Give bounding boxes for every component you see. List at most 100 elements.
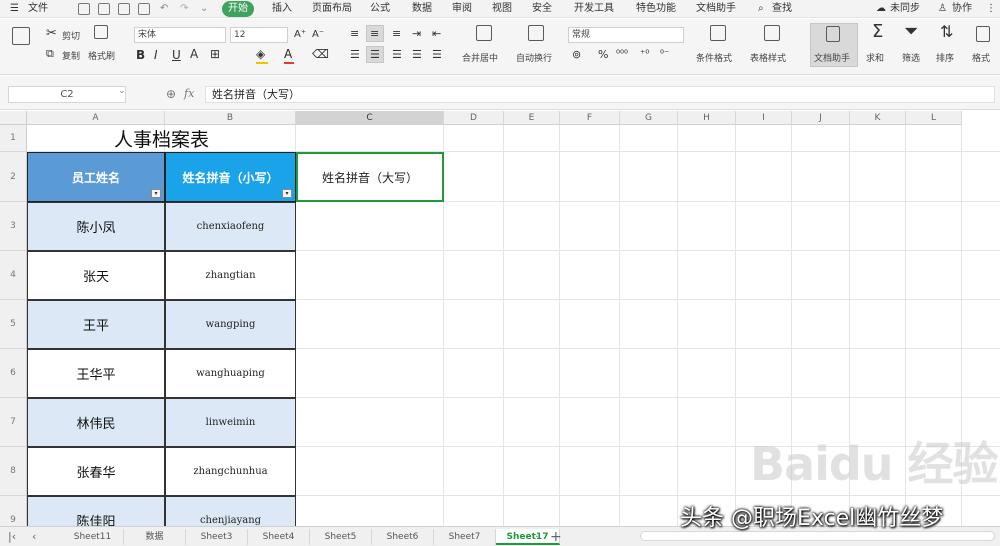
border-icon[interactable]: ⊞: [210, 47, 220, 61]
first-sheet-icon[interactable]: |‹: [8, 529, 16, 545]
sheet-tab-0[interactable]: Sheet11: [62, 529, 124, 545]
sheet-tab-4[interactable]: Sheet5: [310, 529, 372, 545]
column-header-j[interactable]: J: [792, 111, 850, 125]
sheet-tab-2[interactable]: Sheet3: [186, 529, 248, 545]
format-icon[interactable]: [976, 26, 990, 42]
pinyin-cell[interactable]: wanghuaping: [165, 349, 296, 398]
pinyin-cell[interactable]: chenjiayang: [165, 496, 296, 526]
copy-icon[interactable]: ⧉: [46, 47, 54, 61]
name-box[interactable]: C2: [8, 86, 126, 103]
hamburger-icon[interactable]: ☰: [10, 1, 19, 17]
column-header-k[interactable]: K: [850, 111, 906, 125]
column-header-c[interactable]: C: [296, 111, 444, 125]
select-all-corner[interactable]: [0, 111, 27, 125]
sheet-title[interactable]: 人事档案表: [27, 125, 296, 152]
pinyin-cell[interactable]: zhangtian: [165, 251, 296, 300]
menu-tab-7[interactable]: 安全: [532, 1, 552, 17]
number-format-select[interactable]: 常规: [568, 27, 684, 43]
cut-button[interactable]: 剪切: [62, 29, 80, 42]
align-left-icon[interactable]: ☰: [350, 48, 360, 62]
column-header-g[interactable]: G: [620, 111, 678, 125]
distributed-icon[interactable]: ☰: [432, 48, 442, 62]
column-header-h[interactable]: H: [678, 111, 736, 125]
print-preview-icon[interactable]: [138, 3, 150, 15]
font-shrink-icon[interactable]: A⁻: [312, 28, 324, 42]
add-sheet-button[interactable]: +: [550, 529, 562, 545]
column-header-d[interactable]: D: [444, 111, 504, 125]
paste-icon[interactable]: [12, 27, 30, 45]
header-cell-b[interactable]: 姓名拼音（小写）: [165, 152, 296, 202]
column-header-b[interactable]: B: [165, 111, 296, 125]
row-header-8[interactable]: 8: [0, 447, 27, 496]
font-name-select[interactable]: 宋体: [134, 27, 226, 43]
name-cell[interactable]: 陈佳阳: [27, 496, 165, 526]
bold-icon[interactable]: B: [136, 48, 145, 62]
column-header-e[interactable]: E: [504, 111, 560, 125]
align-bottom-icon[interactable]: ≡: [392, 27, 401, 41]
prev-sheet-icon[interactable]: ‹: [32, 529, 36, 545]
align-top-icon[interactable]: ≡: [350, 27, 359, 41]
pinyin-cell[interactable]: zhangchunhua: [165, 447, 296, 496]
wrap-text-button[interactable]: 自动换行: [516, 51, 552, 64]
search-menu[interactable]: 查找: [772, 1, 792, 17]
sheet-tab-6[interactable]: Sheet7: [434, 529, 496, 545]
increase-decimal-icon[interactable]: ⁺⁰: [640, 48, 649, 62]
column-header-l[interactable]: L: [906, 111, 962, 125]
table-style-button[interactable]: 表格样式: [750, 51, 786, 64]
name-cell[interactable]: 林伟民: [27, 398, 165, 447]
menu-tab-9[interactable]: 特色功能: [636, 1, 676, 17]
font-grow-icon[interactable]: A⁺: [294, 28, 306, 42]
align-right-icon[interactable]: ☰: [392, 48, 402, 62]
row-header-5[interactable]: 5: [0, 300, 27, 349]
filter-dropdown-icon[interactable]: ▾: [151, 189, 161, 198]
row-header-3[interactable]: 3: [0, 202, 27, 251]
merge-center-icon[interactable]: [476, 25, 492, 41]
search-icon[interactable]: ⌕: [758, 1, 764, 17]
column-header-i[interactable]: I: [736, 111, 792, 125]
filter-icon[interactable]: ⏷: [904, 23, 918, 41]
font-size-select[interactable]: 12: [230, 27, 288, 43]
sort-icon[interactable]: ⇅: [940, 24, 953, 40]
header-cell-a[interactable]: 员工姓名: [27, 152, 165, 202]
menu-tab-6[interactable]: 视图: [492, 1, 512, 17]
column-header-a[interactable]: A: [27, 111, 165, 125]
name-cell[interactable]: 王华平: [27, 349, 165, 398]
sum-button[interactable]: 求和: [866, 51, 884, 64]
format-painter-button[interactable]: 格式刷: [88, 49, 115, 62]
menu-tab-0[interactable]: 开始: [222, 1, 254, 17]
copy-button[interactable]: 复制: [62, 49, 80, 62]
format-button[interactable]: 格式: [972, 51, 990, 64]
chevron-down-icon[interactable]: ⌄: [118, 86, 126, 96]
sheet-tab-3[interactable]: Sheet4: [248, 529, 310, 545]
decrease-decimal-icon[interactable]: ⁰⁻: [660, 48, 669, 62]
unsynced-status[interactable]: 未同步: [890, 1, 920, 17]
collab-button[interactable]: 协作: [952, 1, 972, 17]
name-cell[interactable]: 张天: [27, 251, 165, 300]
menu-tab-3[interactable]: 公式: [370, 1, 390, 17]
more-quick-icon[interactable]: ⌄: [200, 1, 208, 17]
filter-button[interactable]: 筛选: [902, 51, 920, 64]
menu-tab-4[interactable]: 数据: [412, 1, 432, 17]
header-cell-c[interactable]: 姓名拼音（大写）: [296, 152, 444, 202]
percent-icon[interactable]: %: [598, 48, 608, 62]
strikethrough-icon[interactable]: A: [190, 47, 198, 61]
justify-icon[interactable]: ☰: [412, 48, 422, 62]
print-icon[interactable]: [118, 3, 130, 15]
clear-format-icon[interactable]: ⌫: [312, 47, 329, 61]
menu-tab-1[interactable]: 插入: [272, 1, 292, 17]
row-header-2[interactable]: 2: [0, 152, 27, 202]
font-color-icon[interactable]: A: [284, 47, 292, 61]
currency-icon[interactable]: ⊚: [572, 48, 581, 62]
menu-tab-10[interactable]: 文档助手: [696, 1, 736, 17]
menu-tab-2[interactable]: 页面布局: [312, 1, 352, 17]
zoom-icon[interactable]: ⊕: [166, 87, 176, 101]
export-pdf-icon[interactable]: [98, 3, 110, 15]
formula-input[interactable]: 姓名拼音（大写）: [205, 86, 995, 103]
filter-dropdown-icon[interactable]: ▾: [282, 189, 292, 198]
horizontal-scrollbar[interactable]: [640, 531, 995, 541]
undo-icon[interactable]: ↶: [160, 1, 168, 17]
indent-icon[interactable]: ⇥: [412, 27, 421, 41]
column-header-f[interactable]: F: [560, 111, 620, 125]
wrap-text-icon[interactable]: [528, 25, 544, 41]
row-header-7[interactable]: 7: [0, 398, 27, 447]
